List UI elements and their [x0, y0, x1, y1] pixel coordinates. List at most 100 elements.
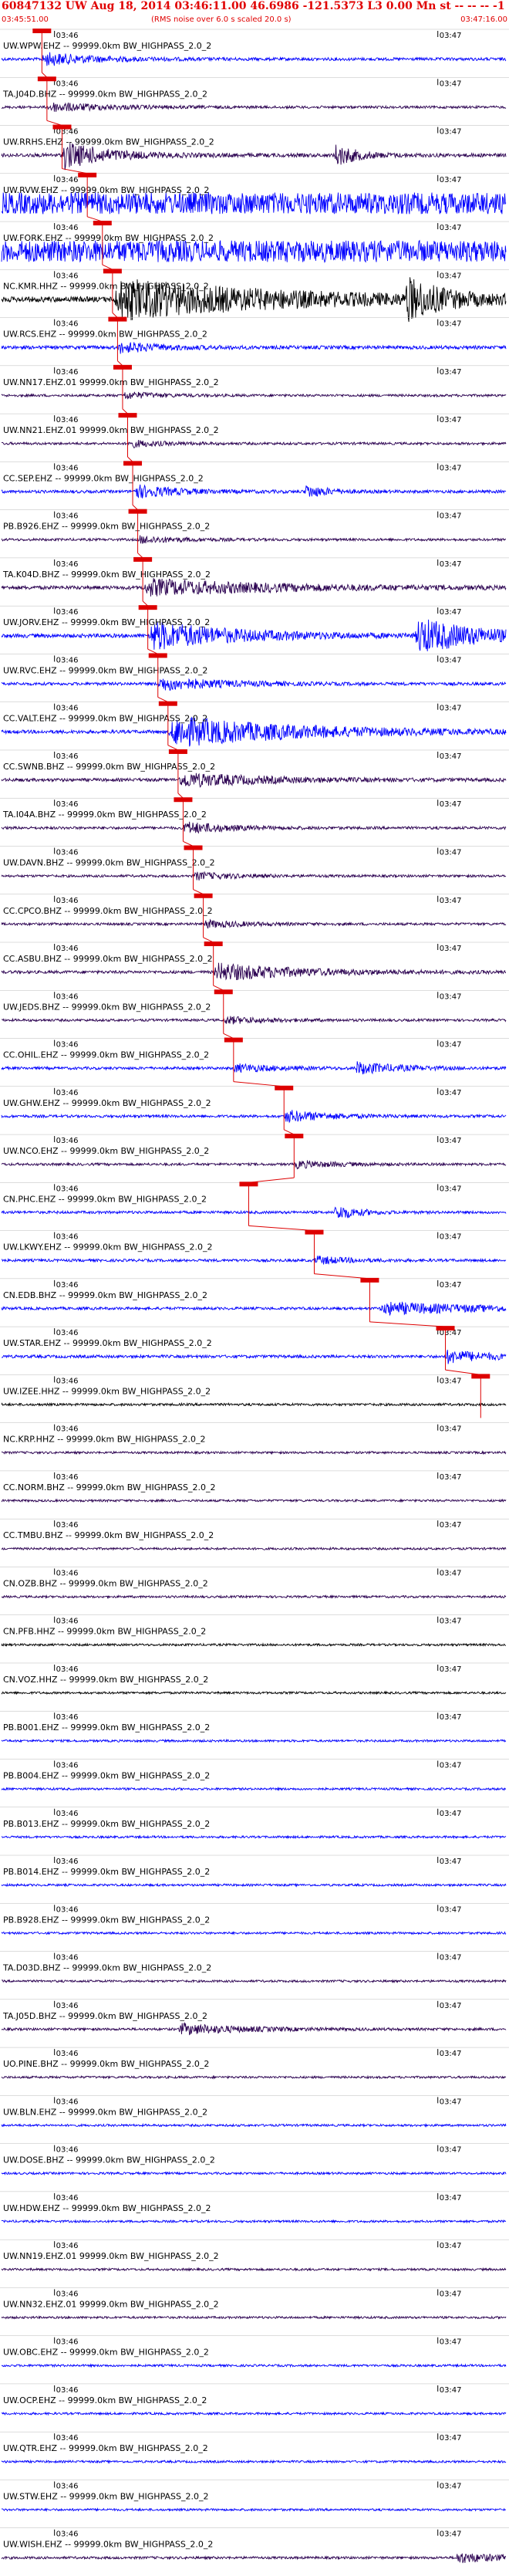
time-tick-label: 03:46: [56, 992, 79, 1001]
time-tick-label: 03:46: [56, 1329, 79, 1337]
time-tick-label: 03:47: [440, 1425, 462, 1434]
time-tick-label: 03:46: [56, 464, 79, 472]
station-label: UW.QTR.EHZ -- 99999.0km BW_HIGHPASS_2.0_…: [3, 2443, 208, 2453]
time-tick-label: 03:47: [440, 320, 462, 329]
time-tick-label: 03:46: [56, 2338, 79, 2347]
station-label: UW.RCS.EHZ -- 99999.0km BW_HIGHPASS_2.0_…: [3, 330, 207, 340]
time-tick-label: 03:46: [56, 416, 79, 424]
station-label: UW.GHW.EHZ -- 99999.0km BW_HIGHPASS_2.0_…: [3, 1098, 211, 1108]
time-tick-label: 03:46: [56, 1858, 79, 1866]
station-label: CC.ASBU.BHZ -- 99999.0km BW_HIGHPASS_2.0…: [3, 954, 213, 964]
waveform-trace: [1, 1498, 507, 1503]
time-tick-label: 03:46: [56, 1233, 79, 1242]
station-label: PB.B013.EHZ -- 99999.0km BW_HIGHPASS_2.0…: [3, 1819, 210, 1829]
trace-row: 03:46 03:47 CC.TMBU.BHZ -- 99999.0km BW_HI…: [0, 1518, 509, 1551]
time-tick-label: 03:47: [440, 1137, 462, 1145]
station-label: UW.NN17.EHZ.01 99999.0km BW_HIGHPASS_2.0…: [3, 377, 219, 387]
station-label: PB.B014.EHZ -- 99999.0km BW_HIGHPASS_2.0…: [3, 1867, 210, 1877]
trace-row: 03:46 03:47 CN.PFB.HHZ -- 99999.0km BW_HIG…: [0, 1614, 509, 1648]
station-label: TA.K04D.BHZ -- 99999.0km BW_HIGHPASS_2.0…: [2, 570, 211, 580]
waveform-trace: [1, 1979, 507, 1984]
trace-row: 03:46 03:47 PB.B004.EHZ -- 99999.0km BW_HI…: [0, 1759, 509, 1792]
station-label: NC.KMR.HHZ -- 99999.0km BW_HIGHPASS_2.0_…: [3, 281, 209, 291]
waveform-trace: [1, 772, 507, 788]
waveform-trace: [1, 535, 507, 544]
waveform-trace: [1, 1110, 507, 1124]
waveform-trace: [1, 191, 507, 215]
station-label: UW.JORV.EHZ -- 99999.0km BW_HIGHPASS_2.0…: [3, 617, 210, 627]
time-tick-label: 03:46: [56, 1137, 79, 1145]
trace-row: 03:46 03:47 UW.BLN.EHZ -- 99999.0km BW_HIG…: [0, 2095, 509, 2128]
time-tick-label: 03:47: [440, 79, 462, 88]
time-tick-label: 03:46: [56, 32, 79, 40]
time-tick-label: 03:47: [440, 1041, 462, 1050]
trace-row: 03:46 03:47 TA.D03D.BHZ -- 99999.0km BW_HI…: [0, 1951, 509, 1984]
station-label: UW.OCP.EHZ -- 99999.0km BW_HIGHPASS_2.0_…: [3, 2395, 207, 2405]
trace-row: 03:46 03:47 TA.I04A.BHZ -- 99999.0km BW_HI…: [0, 793, 509, 842]
time-tick-label: 03:46: [56, 1954, 79, 1962]
moveout-line: [62, 168, 88, 174]
time-tick-label: 03:46: [56, 800, 79, 809]
time-tick-label: 03:47: [440, 752, 462, 761]
trace-row: 03:46 03:47 UW.JORV.EHZ -- 99999.0km BW_HI…: [0, 600, 509, 651]
station-label: CN.OZB.BHZ -- 99999.0km BW_HIGHPASS_2.0_…: [3, 1578, 208, 1588]
time-tick-label: 03:47: [440, 1185, 462, 1193]
waveform-trace: [1, 678, 507, 691]
time-tick-label: 03:47: [440, 800, 462, 809]
station-label: UW.LKWY.EHZ -- 99999.0km BW_HIGHPASS_2.0…: [3, 1242, 213, 1253]
station-label: CC.SEP.EHZ -- 99999.0km BW_HIGHPASS_2.0_…: [3, 473, 204, 483]
waveform-trace: [1, 578, 507, 597]
time-tick-label: 03:47: [440, 1858, 462, 1866]
trace-row: 03:46 03:47 UW.IZEE.HHZ -- 99999.0km BW_HI…: [0, 1369, 509, 1418]
waveform-trace: [1, 1738, 507, 1743]
station-label: PB.B928.EHZ -- 99999.0km BW_HIGHPASS_2.0…: [3, 1915, 210, 1925]
moveout-line: [233, 1081, 285, 1087]
time-tick-label: 03:47: [440, 1665, 462, 1674]
trace-row: 03:46 03:47UW.STAR.EHZ -- 99999.0km BW_HI…: [0, 1321, 509, 1371]
waveform-trace: [1, 870, 507, 881]
waveform-trace: [1, 391, 507, 400]
seismogram-plot: 03:46 03:47 UW.WPW.EHZ -- 99999.0km BW_HIG…: [0, 29, 509, 2564]
time-tick-label: 03:47: [440, 1954, 462, 1962]
time-tick-label: 03:46: [56, 79, 79, 88]
time-tick-label: 03:47: [440, 272, 462, 280]
time-tick-label: 03:46: [56, 945, 79, 953]
trace-row: 03:46 03:47UW.RRHS.EHZ -- 99999.0km BW_HI…: [0, 120, 509, 171]
waveform-trace: [1, 2459, 507, 2464]
waveform-trace: [1, 821, 507, 834]
time-tick-label: 03:46: [56, 897, 79, 905]
time-tick-label: 03:47: [440, 2290, 462, 2298]
trace-row: 03:46 03:47 UW.STW.EHZ -- 99999.0km BW_HIG…: [0, 2480, 509, 2513]
time-tick-label: 03:46: [56, 2050, 79, 2058]
trace-row: 03:46 03:47 UW.NN32.EHZ.01 99999.0km BW_HI…: [0, 2287, 509, 2321]
trace-row: 03:46 03:47 TA.J05D.BHZ -- 99999.0km BW_HI…: [0, 1999, 509, 2036]
time-tick-label: 03:47: [440, 1810, 462, 1818]
time-tick-label: 03:46: [56, 1665, 79, 1674]
time-tick-label: 03:47: [440, 1905, 462, 1914]
time-tick-label: 03:46: [56, 2002, 79, 2010]
time-tick-label: 03:46: [56, 705, 79, 713]
waveform-trace: [2, 1016, 507, 1025]
time-tick-label: 03:46: [56, 1089, 79, 1097]
moveout-line: [248, 1177, 295, 1183]
station-label: UW.WPW.EHZ -- 99999.0km BW_HIGHPASS_2.0_…: [3, 41, 211, 51]
waveform-trace: [1, 1256, 507, 1265]
trace-row: 03:46 03:47 CN.VOZ.HHZ -- 99999.0km BW_HIG…: [0, 1662, 509, 1695]
station-label: NC.KRP.HHZ -- 99999.0km BW_HIGHPASS_2.0_…: [3, 1435, 206, 1445]
waveform-trace: [1, 52, 507, 66]
time-tick-label: 03:47: [440, 2050, 462, 2058]
waveform-trace: [1, 1594, 507, 1600]
station-label: UW.WISH.EHZ -- 99999.0km BW_HIGHPASS_2.0…: [3, 2540, 213, 2550]
waveform-trace: [1, 2022, 507, 2036]
time-tick-label: 03:47: [440, 2338, 462, 2347]
time-tick-label: 03:46: [56, 1618, 79, 1626]
station-label: PB.B004.EHZ -- 99999.0km BW_HIGHPASS_2.0…: [3, 1771, 210, 1781]
waveform-trace: [1, 1350, 507, 1364]
station-label: UW.BLN.EHZ -- 99999.0km BW_HIGHPASS_2.0_…: [3, 2107, 207, 2117]
waveform-trace: [1, 102, 507, 112]
station-label: CN.PHC.EHZ -- 99999.0km BW_HIGHPASS_2.0_…: [3, 1194, 207, 1204]
trace-row: 03:46 03:47 PB.B013.EHZ -- 99999.0km BW_HI…: [0, 1807, 509, 1840]
station-label: UW.DAVN.BHZ -- 99999.0km BW_HIGHPASS_2.0…: [3, 857, 215, 867]
trace-row: 03:46 03:47 UW.NN17.EHZ.01 99999.0km BW_HI…: [0, 360, 509, 409]
time-tick-label: 03:46: [56, 1713, 79, 1722]
